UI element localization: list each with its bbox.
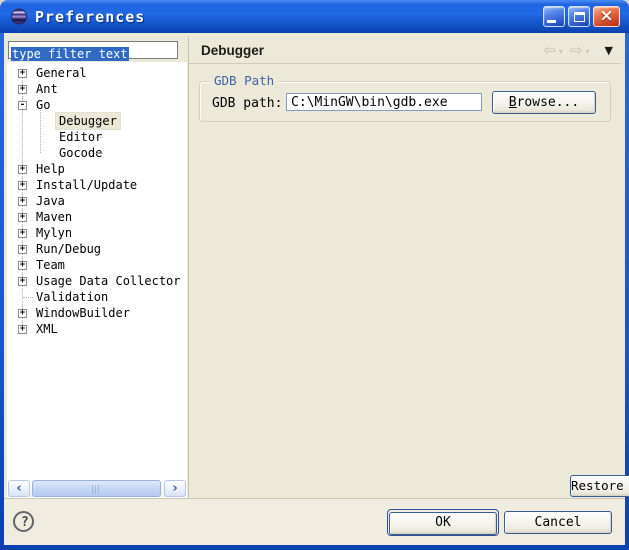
- gdb-path-label: GDB path:: [212, 96, 282, 111]
- tree-expander-icon[interactable]: +: [18, 245, 27, 254]
- group-title: GDB Path: [210, 73, 278, 88]
- tree-horizontal-scrollbar[interactable]: ‹ ›: [8, 480, 186, 497]
- tree-item-help[interactable]: + Help: [7, 161, 187, 177]
- dialog-client-area: type filter text + General + Ant - Go: [4, 33, 625, 545]
- tree-item-maven[interactable]: + Maven: [7, 209, 187, 225]
- tree-collapse-icon[interactable]: -: [18, 101, 27, 110]
- page-title: Debugger: [201, 43, 264, 58]
- close-button[interactable]: ×: [593, 6, 620, 27]
- tree-expander-icon[interactable]: +: [18, 277, 27, 286]
- close-icon: ×: [599, 8, 613, 25]
- tree-item-team[interactable]: + Team: [7, 257, 187, 273]
- cancel-button[interactable]: Cancel: [504, 511, 612, 534]
- gdb-path-group: GDB Path GDB path: Browse...: [199, 81, 611, 122]
- preferences-window: Preferences × type filter text + General: [0, 0, 629, 550]
- tree-item-editor[interactable]: Editor: [7, 129, 187, 145]
- back-menu-icon[interactable]: ▾: [559, 47, 563, 56]
- tree-item-validation[interactable]: Validation: [7, 289, 187, 305]
- tree-expander-icon[interactable]: +: [18, 85, 27, 94]
- filter-selected-text: type filter text: [11, 47, 129, 61]
- preference-page-panel: Debugger ⇦ ▾ ⇨ ▾ ▼ GDB Path GDB path: Br…: [188, 37, 621, 498]
- scroll-left-icon[interactable]: ‹: [8, 480, 30, 497]
- back-icon[interactable]: ⇦: [543, 41, 556, 59]
- window-title: Preferences: [35, 8, 145, 26]
- page-navigation: ⇦ ▾ ⇨ ▾ ▼: [543, 41, 613, 59]
- tree-item-java[interactable]: + Java: [7, 193, 187, 209]
- browse-button[interactable]: Browse...: [492, 91, 596, 114]
- tree-item-ant[interactable]: + Ant: [7, 81, 187, 97]
- scroll-right-icon[interactable]: ›: [164, 480, 186, 497]
- view-menu-icon[interactable]: ▼: [605, 44, 613, 57]
- forward-menu-icon[interactable]: ▾: [586, 47, 590, 56]
- minimize-button[interactable]: [543, 6, 565, 27]
- tree-expander-icon[interactable]: +: [18, 229, 27, 238]
- tree-item-usage-data-collector[interactable]: + Usage Data Collector: [7, 273, 187, 289]
- minimize-icon: [547, 20, 556, 23]
- maximize-button[interactable]: [568, 6, 590, 27]
- tree-expander-icon[interactable]: +: [18, 181, 27, 190]
- tree-expander-icon[interactable]: +: [18, 165, 27, 174]
- forward-icon[interactable]: ⇨: [570, 41, 583, 59]
- tree-expander-icon[interactable]: +: [18, 309, 27, 318]
- title-bar[interactable]: Preferences ×: [0, 0, 629, 33]
- scrollbar-thumb[interactable]: [32, 480, 161, 497]
- tree-expander-icon[interactable]: +: [18, 213, 27, 222]
- restore-defaults-button[interactable]: Restore Defaults: [570, 475, 629, 497]
- tree-expander-icon[interactable]: +: [18, 261, 27, 270]
- tree-item-go[interactable]: - Go: [7, 97, 187, 113]
- page-header: Debugger ⇦ ▾ ⇨ ▾ ▼: [189, 37, 621, 64]
- tree-item-run-debug[interactable]: + Run/Debug: [7, 241, 187, 257]
- ok-button[interactable]: OK: [389, 512, 497, 535]
- maximize-icon: [574, 12, 585, 22]
- tree-item-gocode[interactable]: Gocode: [7, 145, 187, 161]
- filter-input[interactable]: type filter text: [8, 41, 178, 59]
- tree-item-debugger[interactable]: Debugger: [7, 113, 187, 129]
- gdb-path-input[interactable]: [286, 93, 482, 111]
- tree-item-windowbuilder[interactable]: + WindowBuilder: [7, 305, 187, 321]
- default-button-ring: OK: [387, 509, 499, 536]
- tree-item-mylyn[interactable]: + Mylyn: [7, 225, 187, 241]
- help-icon[interactable]: ?: [13, 511, 34, 532]
- tree-expander-icon[interactable]: +: [18, 325, 27, 334]
- tree-expander-icon[interactable]: +: [18, 69, 27, 78]
- tree-expander-icon[interactable]: +: [18, 197, 27, 206]
- tree-item-xml[interactable]: + XML: [7, 321, 187, 337]
- preferences-tree[interactable]: + General + Ant - Go Debugger Editor: [7, 62, 187, 498]
- tree-item-install-update[interactable]: + Install/Update: [7, 177, 187, 193]
- tree-item-general[interactable]: + General: [7, 65, 187, 81]
- eclipse-logo-icon: [10, 8, 28, 25]
